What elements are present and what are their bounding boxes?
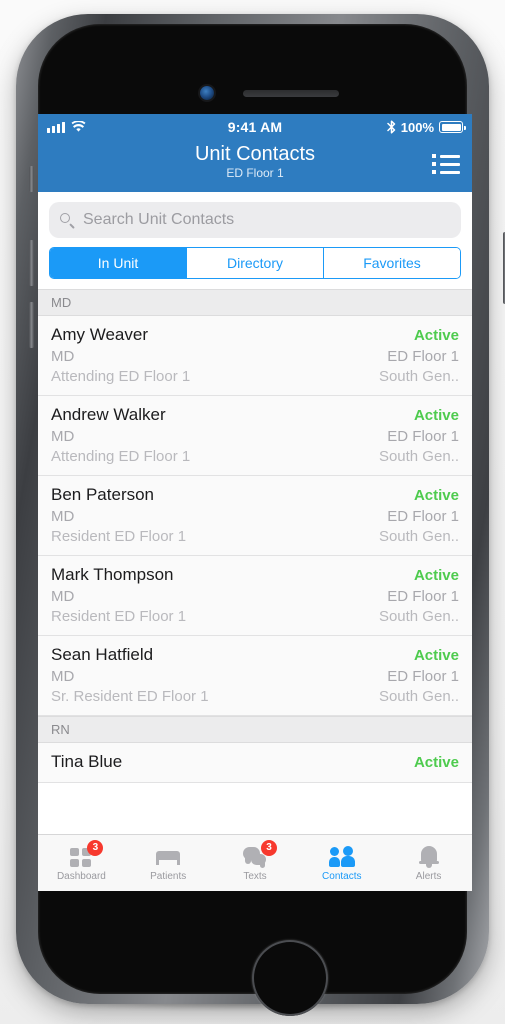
tab-directory[interactable]: Directory	[186, 248, 323, 278]
contact-role: MD	[51, 348, 75, 365]
people-icon	[328, 845, 355, 869]
search-placeholder: Search Unit Contacts	[83, 211, 235, 228]
status-bar-right: 100%	[387, 119, 466, 135]
bed-icon	[155, 845, 181, 869]
tab-favorites[interactable]: Favorites	[323, 248, 460, 278]
contact-name: Ben Paterson	[51, 485, 155, 504]
section-header-md: MD	[38, 289, 472, 316]
dashboard-badge: 3	[87, 839, 104, 856]
contact-title: Resident ED Floor 1	[51, 528, 187, 545]
contact-role: MD	[51, 588, 75, 605]
volume-down-button[interactable]	[29, 302, 34, 348]
contacts-list: MD Amy Weaver Active MD ED Floor 1 Atten…	[38, 289, 472, 783]
contact-name: Tina Blue	[51, 752, 123, 771]
contact-role: MD	[51, 428, 75, 445]
segmented-control-container: In Unit Directory Favorites	[38, 247, 472, 289]
section-header-rn: RN	[38, 716, 472, 743]
bluetooth-icon	[387, 120, 395, 134]
search-container: Search Unit Contacts	[38, 192, 472, 247]
bell-icon	[416, 845, 442, 869]
contact-title: Sr. Resident ED Floor 1	[51, 688, 209, 705]
contact-name: Andrew Walker	[51, 405, 166, 424]
tab-patients[interactable]: Patients	[125, 845, 212, 882]
chat-icon: 3	[242, 839, 277, 869]
contact-org: South Gen..	[378, 528, 459, 545]
tab-in-unit[interactable]: In Unit	[50, 248, 186, 278]
tab-contacts[interactable]: Contacts	[298, 845, 385, 882]
contact-name: Sean Hatfield	[51, 645, 154, 664]
bottom-tab-bar: 3 Dashboard Patients 3 Texts Contacts Al…	[38, 834, 472, 891]
table-row[interactable]: Andrew Walker Active MD ED Floor 1 Atten…	[38, 396, 472, 476]
screenshot-stage: 9:41 AM 100% Unit Contacts ED Floor 1 Se…	[0, 0, 505, 1024]
status-badge: Active	[413, 327, 459, 344]
grid-icon: 3	[68, 839, 104, 869]
volume-up-button[interactable]	[29, 240, 34, 286]
earpiece-speaker	[243, 90, 339, 97]
status-badge: Active	[413, 407, 459, 424]
tab-texts[interactable]: 3 Texts	[212, 839, 299, 882]
tab-patients-label: Patients	[150, 870, 187, 882]
contact-org: South Gen..	[378, 608, 459, 625]
contact-unit: ED Floor 1	[387, 668, 459, 685]
tab-texts-label: Texts	[243, 870, 267, 882]
table-row[interactable]: Amy Weaver Active MD ED Floor 1 Attendin…	[38, 316, 472, 396]
table-row[interactable]: Sean Hatfield Active MD ED Floor 1 Sr. R…	[38, 636, 472, 716]
search-input[interactable]: Search Unit Contacts	[49, 202, 461, 238]
contact-title: Attending ED Floor 1	[51, 368, 191, 385]
contact-org: South Gen..	[378, 368, 459, 385]
page-title: Unit Contacts	[194, 143, 316, 165]
contact-name: Mark Thompson	[51, 565, 174, 584]
status-bar: 9:41 AM 100%	[38, 114, 472, 140]
front-camera-icon	[200, 86, 214, 100]
tab-alerts[interactable]: Alerts	[385, 845, 472, 882]
tab-alerts-label: Alerts	[415, 870, 442, 882]
contact-title: Resident ED Floor 1	[51, 608, 187, 625]
home-button[interactable]	[252, 940, 328, 1016]
battery-percent-label: 100%	[400, 119, 434, 135]
contact-role: MD	[51, 668, 75, 685]
battery-full-icon	[439, 121, 466, 133]
segmented-control: In Unit Directory Favorites	[49, 247, 461, 279]
status-badge: Active	[413, 754, 459, 771]
contact-title: Attending ED Floor 1	[51, 448, 191, 465]
contact-unit: ED Floor 1	[387, 588, 459, 605]
contact-role: MD	[51, 508, 75, 525]
page-subtitle: ED Floor 1	[226, 166, 284, 180]
contact-unit: ED Floor 1	[387, 428, 459, 445]
table-row[interactable]: Mark Thompson Active MD ED Floor 1 Resid…	[38, 556, 472, 636]
contact-org: South Gen..	[378, 688, 459, 705]
search-icon	[60, 212, 75, 228]
status-badge: Active	[413, 647, 459, 664]
contact-unit: ED Floor 1	[387, 348, 459, 365]
tab-contacts-label: Contacts	[322, 870, 362, 882]
tab-dashboard[interactable]: 3 Dashboard	[38, 839, 125, 882]
tab-dashboard-label: Dashboard	[56, 870, 106, 882]
contact-name: Amy Weaver	[51, 325, 148, 344]
table-row[interactable]: Ben Paterson Active MD ED Floor 1 Reside…	[38, 476, 472, 556]
list-view-icon[interactable]	[432, 154, 460, 176]
status-badge: Active	[413, 567, 459, 584]
contact-unit: ED Floor 1	[387, 508, 459, 525]
navigation-bar: Unit Contacts ED Floor 1	[38, 140, 472, 192]
mute-switch-button[interactable]	[29, 166, 34, 192]
contact-org: South Gen..	[378, 448, 459, 465]
status-badge: Active	[413, 487, 459, 504]
texts-badge: 3	[260, 839, 277, 856]
table-row[interactable]: Tina Blue Active	[38, 743, 472, 783]
phone-screen: 9:41 AM 100% Unit Contacts ED Floor 1 Se…	[38, 114, 472, 891]
